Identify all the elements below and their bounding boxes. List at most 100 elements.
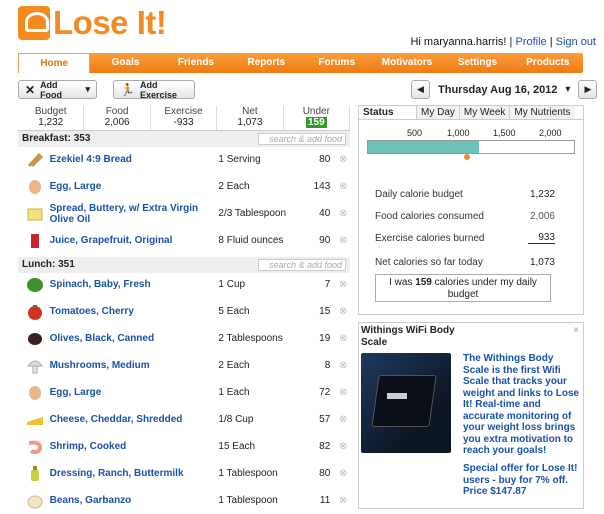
food-row: Juice, Grapefruit, Original 8 Fluid ounce… (18, 227, 350, 254)
remove-icon[interactable]: ⊗ (336, 414, 350, 425)
food-name-link[interactable]: Dressing, Ranch, Buttermilk (50, 468, 219, 479)
tab-status[interactable]: Status (359, 106, 417, 119)
stat-row-food: Food calories consumed 2,006 (375, 211, 555, 222)
food-quantity[interactable]: 15 Each (218, 441, 302, 452)
remove-icon[interactable]: ⊗ (336, 306, 350, 317)
food-quantity[interactable]: 2 Each (218, 360, 302, 371)
scale-tick-label: 2,000 (539, 128, 562, 138)
nav-tab-forums[interactable]: Forums (302, 53, 372, 73)
stat-row-budget: Daily calorie budget 1,232 (375, 189, 555, 200)
next-day-button[interactable]: ▶ (578, 80, 598, 99)
tomato-icon (24, 304, 46, 320)
food-name-link[interactable]: Mushrooms, Medium (50, 360, 219, 371)
under-badge: 159 (305, 117, 327, 128)
signout-link[interactable]: Sign out (556, 36, 596, 48)
food-quantity[interactable]: 1 Each (218, 387, 302, 398)
remove-icon[interactable]: ⊗ (336, 181, 350, 192)
chevron-down-icon[interactable]: ▾ (565, 84, 570, 95)
tab-my-day[interactable]: My Day (417, 106, 460, 119)
remove-icon[interactable]: ⊗ (336, 468, 350, 479)
ad-body[interactable]: The Withings Body Scale is the first Wif… (463, 353, 581, 457)
breakfast-search-input[interactable]: search & add food (258, 133, 346, 145)
food-quantity[interactable]: 5 Each (218, 306, 302, 317)
remove-icon[interactable]: ⊗ (336, 208, 350, 219)
bread-icon (24, 152, 46, 168)
food-calories: 11 (319, 495, 331, 506)
olive-icon (24, 331, 46, 347)
profile-link[interactable]: Profile (515, 36, 546, 48)
food-calories: 7 (324, 279, 331, 290)
runner-icon: 🏃 (120, 82, 135, 97)
food-name-link[interactable]: Cheese, Cheddar, Shredded (50, 414, 219, 425)
food-name-link[interactable]: Spinach, Baby, Fresh (50, 279, 219, 290)
remove-icon[interactable]: ⊗ (336, 154, 350, 165)
dressing-icon (24, 465, 46, 482)
tab-my-week[interactable]: My Week (459, 106, 511, 119)
food-calories: 19 (319, 333, 331, 344)
food-calories: 82 (319, 441, 331, 452)
remove-icon[interactable]: ⊗ (336, 333, 350, 344)
date-label[interactable]: Thursday Aug 16, 2012 (438, 84, 557, 96)
food-quantity[interactable]: 1 Cup (218, 279, 302, 290)
food-row: Egg, Large 1 Each 72 ⊗ (18, 379, 350, 406)
ad-title[interactable]: Withings WiFi Body Scale (361, 325, 481, 349)
scale-product-image[interactable] (361, 353, 451, 453)
status-stats: Daily calorie budget 1,232 Food calories … (375, 180, 555, 268)
scale-tick-label: 1,500 (493, 128, 516, 138)
food-row: Cheese, Cheddar, Shredded 1/8 Cup 57 ⊗ (18, 406, 350, 433)
nav-tab-settings[interactable]: Settings (442, 53, 512, 73)
remove-icon[interactable]: ⊗ (336, 387, 350, 398)
add-exercise-button[interactable]: 🏃 Add Exercise (113, 80, 195, 100)
ad-offer[interactable]: Special offer for Lose It! users - buy f… (463, 463, 581, 498)
food-row: Ezekiel 4:9 Bread 1 Serving 80 ⊗ (18, 146, 350, 173)
food-quantity[interactable]: 2 Tablespoons (218, 333, 302, 344)
food-name-link[interactable]: Juice, Grapefruit, Original (50, 235, 219, 246)
spinach-icon (24, 277, 46, 293)
nav-tab-goals[interactable]: Goals (90, 53, 160, 73)
food-calories: 72 (319, 387, 331, 398)
add-food-button[interactable]: ✕ Add Food ▾ (18, 80, 97, 100)
food-quantity[interactable]: 1 Serving (218, 154, 302, 165)
food-quantity[interactable]: 1 Tablespoon (218, 495, 302, 506)
nav-tab-reports[interactable]: Reports (231, 53, 301, 73)
food-name-link[interactable]: Egg, Large (50, 181, 219, 192)
app-logo[interactable]: Lose It! (18, 4, 167, 41)
food-calories: 90 (319, 235, 331, 246)
user-greeting: Hi maryanna.harris! (410, 36, 507, 48)
food-calories: 40 (319, 208, 331, 219)
mushroom-icon (24, 358, 46, 374)
nav-tab-products[interactable]: Products (513, 53, 583, 73)
prev-day-button[interactable]: ◀ (411, 80, 430, 99)
food-name-link[interactable]: Tomatoes, Cherry (50, 306, 219, 317)
separator: | (509, 36, 513, 48)
nav-tab-home[interactable]: Home (18, 53, 91, 73)
breakfast-label: Breakfast: 353 (22, 133, 91, 144)
lunch-search-input[interactable]: search & add food (258, 259, 346, 271)
food-name-link[interactable]: Spread, Buttery, w/ Extra Virgin Olive O… (50, 203, 219, 225)
food-name-link[interactable]: Beans, Garbanzo (50, 495, 219, 506)
remove-icon[interactable]: ⊗ (336, 235, 350, 246)
food-name-link[interactable]: Egg, Large (50, 387, 219, 398)
nav-tab-friends[interactable]: Friends (161, 53, 231, 73)
food-quantity[interactable]: 2/3 Tablespoon (218, 208, 302, 219)
remove-icon[interactable]: ⊗ (336, 279, 350, 290)
remove-icon[interactable]: ⊗ (336, 495, 350, 506)
food-name-link[interactable]: Olives, Black, Canned (50, 333, 219, 344)
summary-net: Net 1,073 (217, 106, 284, 130)
tab-my-nutrients[interactable]: My Nutrients (510, 106, 575, 119)
egg-icon (24, 179, 46, 195)
remove-icon[interactable]: ⊗ (336, 360, 350, 371)
close-icon[interactable]: × (573, 325, 579, 336)
nav-tab-motivators[interactable]: Motivators (372, 53, 442, 73)
food-quantity[interactable]: 1/8 Cup (218, 414, 302, 425)
food-quantity[interactable]: 1 Tablespoon (218, 468, 302, 479)
remove-icon[interactable]: ⊗ (336, 441, 350, 452)
summary-budget: Budget 1,232 (18, 106, 85, 130)
summary-under: Under 159 (284, 106, 351, 130)
lunch-label: Lunch: 351 (22, 259, 75, 270)
food-quantity[interactable]: 2 Each (218, 181, 302, 192)
food-quantity[interactable]: 8 Fluid ounces (218, 235, 302, 246)
scale-logo-icon (18, 6, 50, 40)
food-name-link[interactable]: Ezekiel 4:9 Bread (50, 154, 219, 165)
food-name-link[interactable]: Shrimp, Cooked (50, 441, 219, 452)
